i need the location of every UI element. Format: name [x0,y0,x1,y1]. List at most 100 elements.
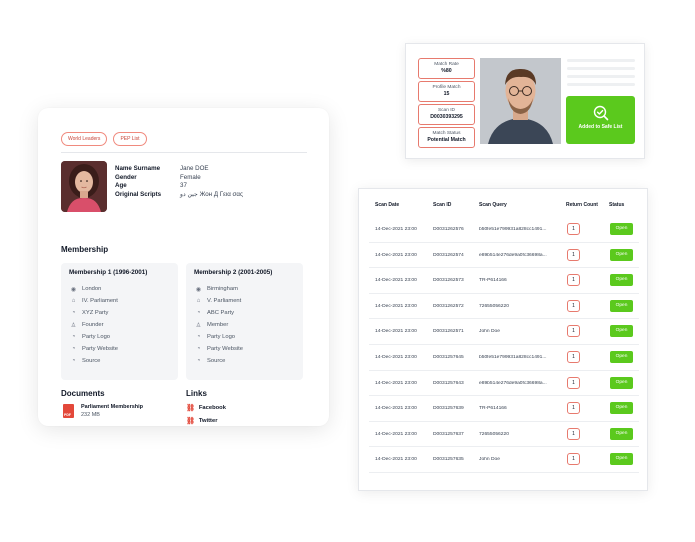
match-status-box: Match Status Potential Match [418,127,475,148]
status-open-button[interactable]: Open [610,299,633,312]
membership-box-title: Membership 2 (2001-2005) [194,269,273,276]
link-facebook[interactable]: ⛓ Facebook [186,404,226,412]
col-header-scan-id[interactable]: Scan ID [433,202,451,208]
membership-item[interactable]: ◔ Source [69,355,170,367]
safe-button-label: Added to Safe List [578,124,623,130]
membership-item: ◔ ABC Party [194,307,295,319]
fact-value: جين دو Жон Д Γεια σας [180,190,243,198]
membership-item[interactable]: ◔ Party Website [194,343,295,355]
status-open-button[interactable]: Open [610,402,633,415]
person-icon: ♙ [195,322,202,329]
return-count-badge[interactable]: 1 [567,376,580,389]
membership-item-text: IV. Parliament [82,298,118,304]
cell-scan-query: John Doe [479,329,500,335]
cell-scan-id: D0031257645 [433,355,464,360]
link-twitter[interactable]: ⛓ Twitter [186,417,217,425]
table-row[interactable]: 14-Dec-2021 23:00 D0031257643 e89b514e276d… [369,371,639,397]
cell-scan-id: D0031262573 [433,278,464,284]
tag-world-leaders[interactable]: World Leaders [61,132,108,146]
pdf-badge: PDF [64,413,71,417]
cell-scan-id: D0031257635 [433,457,464,463]
table-row[interactable]: 14-Dec-2021 23:00 D0031262572 72655056220 1… [369,294,639,320]
status-open-button[interactable]: Open [610,453,633,466]
table-row[interactable]: 14-Dec-2021 23:00 D0031262574 e89b514e276d… [369,243,639,269]
woman-portrait-icon [61,161,107,212]
tag-pep-list[interactable]: PEP List [113,132,147,146]
table-row[interactable]: 14-Dec-2021 23:00 D0031257645 b50fe51e7999… [369,345,639,371]
added-to-safe-list-button[interactable]: Added to Safe List [566,96,635,144]
cell-scan-query: John Doe [479,457,500,463]
return-count-badge[interactable]: 1 [567,351,580,363]
return-count-badge[interactable]: 1 [567,453,580,466]
pie-chart-icon: ◔ [196,358,201,364]
placeholder-line [567,83,635,86]
membership-item-text: Founder [82,322,104,328]
return-count-badge[interactable]: 1 [567,274,580,287]
status-open-button[interactable]: Open [610,223,633,235]
document-name: Parliament Membership [81,404,144,410]
cell-scan-date: 14-Dec-2021 23:00 [375,252,417,258]
document-item[interactable]: PDF Parliament Membership 232 MB [63,404,143,418]
fact-value: Female [180,173,201,181]
table-row[interactable]: 14-Dec-2021 23:00 D0031257635 John Doe 1 Ope… [369,447,639,473]
membership-item-text: ABC Party [207,310,235,316]
cell-scan-query: 72655056220 [479,303,509,309]
placeholder-line [567,67,635,70]
links-title: Links [186,389,207,398]
col-header-return-count[interactable]: Return Count [566,202,598,208]
status-open-button[interactable]: Open [610,274,633,287]
pie-chart-icon: ◔ [71,358,76,364]
profile-content: World Leaders PEP List Name Surname Jane… [61,132,307,425]
return-count-badge[interactable]: 1 [567,223,580,235]
link-chain-icon: ⛓ [186,405,195,412]
col-header-status[interactable]: Status [609,202,624,208]
fact-value: Jane DOE [180,165,209,172]
scan-id-box: Scan ID D0030393295 [418,104,475,125]
membership-item[interactable]: ◔ Party Logo [194,331,295,343]
cell-scan-date: 14-Dec-2021 23:00 [375,431,417,437]
match-rate-box: Match Rate %80 [418,58,475,79]
table-row[interactable]: 14-Dec-2021 23:00 D0031257639 TR-P614166 1 O… [369,396,639,422]
return-count-badge[interactable]: 1 [567,427,580,440]
table-row[interactable]: 14-Dec-2021 23:00 D0031262573 TR-P614166 1 O… [369,268,639,294]
match-box-value: Potential Match [427,137,466,143]
scan-table: Scan Date Scan ID Scan Query Return Coun… [358,188,648,491]
return-count-badge[interactable]: 1 [567,325,580,338]
return-count-badge[interactable]: 1 [567,402,580,415]
pdf-file-icon: PDF [63,404,74,418]
fact-label: Original Scripts [115,190,162,198]
membership-item: ◉ Birmingham [194,283,295,295]
pie-chart-icon: ◔ [196,346,201,352]
location-pin-icon: ◉ [195,286,202,293]
table-row[interactable]: 14-Dec-2021 23:00 D0031262571 John Doe 1 Ope… [369,319,639,345]
check-search-icon [593,105,608,121]
profile-match-box: Profile Match 15 [418,81,475,102]
match-box-value: %80 [441,68,452,74]
membership-item: ⌂ IV. Parliament [69,295,170,307]
table-row[interactable]: 14-Dec-2021 23:00 D0031262576 b50fe51e7999… [369,217,639,243]
membership-item[interactable]: ◔ Party Logo [69,331,170,343]
institution-icon: ⌂ [196,298,201,304]
col-header-scan-query[interactable]: Scan Query [479,202,507,208]
fact-label: Name Surname [115,165,161,172]
status-open-button[interactable]: Open [610,248,633,261]
membership-item-text: Party Website [82,346,118,352]
col-header-scan-date[interactable]: Scan Date [375,202,399,208]
person-icon: ♙ [70,322,77,329]
return-count-badge[interactable]: 1 [567,299,580,312]
fact-name: Name Surname Jane DOE [115,165,243,174]
status-open-button[interactable]: Open [610,376,633,389]
profile-photo [61,161,107,212]
cell-scan-query: 72655056220 [479,431,509,437]
cell-scan-id: D0031262571 [433,329,464,335]
membership-item[interactable]: ◔ Source [194,355,295,367]
status-open-button[interactable]: Open [610,325,633,338]
cell-scan-query: e89b514e276de9a0fc36698a... [479,380,547,386]
table-row[interactable]: 14-Dec-2021 23:00 D0031257637 72655056220 1… [369,422,639,448]
fact-label: Age [115,182,127,189]
status-open-button[interactable]: Open [610,351,633,363]
membership-item[interactable]: ◔ Party Website [69,343,170,355]
cell-scan-id: D0031262574 [433,252,464,258]
return-count-badge[interactable]: 1 [567,248,580,261]
status-open-button[interactable]: Open [610,427,633,440]
